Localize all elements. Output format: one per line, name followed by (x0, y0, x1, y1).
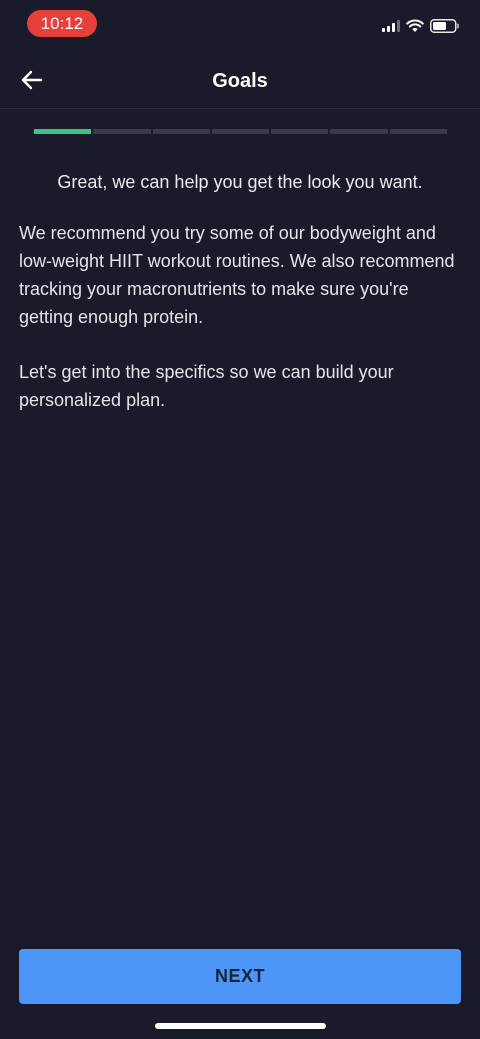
progress-bar (34, 129, 447, 134)
next-button[interactable]: NEXT (19, 949, 461, 1004)
wifi-icon (406, 19, 424, 32)
progress-segment (271, 129, 329, 134)
status-time: 10:12 (27, 10, 97, 37)
progress-segment (93, 129, 151, 134)
progress-segment (211, 129, 270, 134)
progress-segment (152, 129, 210, 134)
headline: Great, we can help you get the look you … (57, 172, 423, 192)
home-indicator (155, 1023, 326, 1029)
cellular-signal-icon (382, 20, 400, 32)
page-title: Goals (212, 70, 268, 92)
progress-segment (34, 129, 92, 134)
nav-bar: Goals (0, 52, 480, 109)
progress-segment (330, 129, 388, 134)
specifics-text: Let's get into the specifics so we can b… (19, 362, 394, 410)
recommendation-text: We recommend you try some of our bodywei… (19, 223, 455, 327)
battery-icon (430, 19, 459, 33)
status-icons (382, 18, 460, 34)
progress-segment (389, 129, 447, 134)
status-bar: 10:12 (0, 0, 480, 50)
